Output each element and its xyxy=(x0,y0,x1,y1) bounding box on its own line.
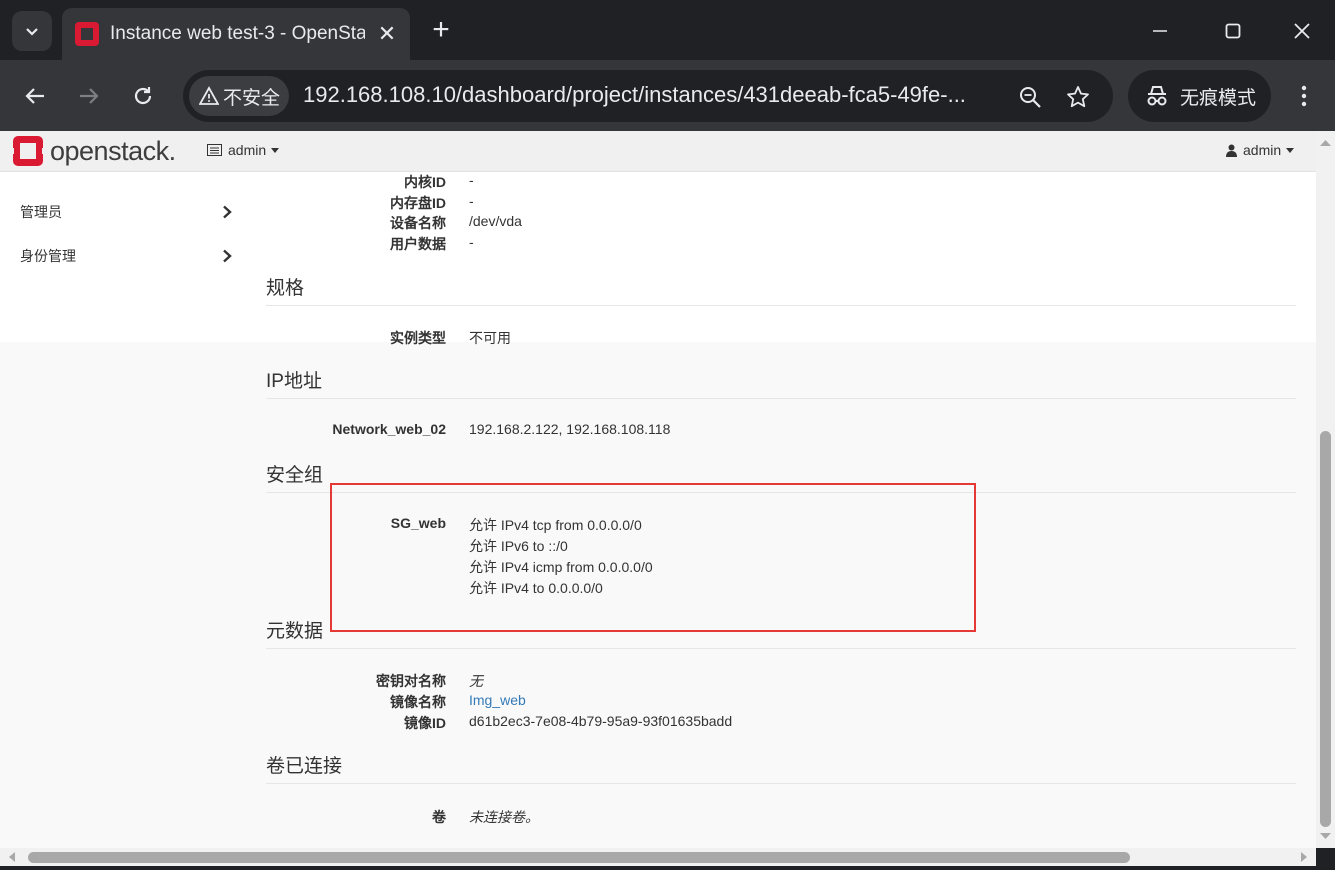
scroll-left-icon[interactable] xyxy=(4,848,20,866)
divider xyxy=(266,648,1296,649)
volumes-heading: 卷已连接 xyxy=(266,756,343,777)
horizontal-scroll-thumb[interactable] xyxy=(28,852,1130,863)
user-data-value: - xyxy=(469,234,474,250)
volume-label: 卷 xyxy=(432,809,446,825)
sidebar-item-label: 管理员 xyxy=(20,204,62,220)
kernel-id-label: 内核ID xyxy=(404,174,446,190)
incognito-label: 无痕模式 xyxy=(1180,87,1257,109)
image-name-label: 镜像名称 xyxy=(390,694,446,710)
secgroup-heading: 安全组 xyxy=(266,465,324,486)
openstack-logo-icon xyxy=(12,136,44,166)
openstack-navbar: openstack. admin admin xyxy=(0,131,1316,172)
reload-icon xyxy=(134,87,152,105)
openstack-logo[interactable]: openstack. xyxy=(12,135,176,167)
divider xyxy=(266,398,1296,399)
tab-search-button[interactable] xyxy=(12,11,52,51)
browser-tab-active[interactable]: Instance web test-3 - OpenStack ✕ xyxy=(62,8,410,60)
back-button[interactable] xyxy=(17,78,53,114)
keypair-label: 密钥对名称 xyxy=(376,673,446,689)
keypair-value: 无 xyxy=(469,673,483,689)
sidebar-item-label: 身份管理 xyxy=(20,248,76,264)
image-name-link[interactable]: Img_web xyxy=(469,692,526,708)
divider xyxy=(266,783,1296,784)
caret-down-icon xyxy=(1286,147,1295,153)
chevron-down-icon xyxy=(26,28,38,36)
scroll-down-icon[interactable] xyxy=(1316,828,1335,844)
vertical-scroll-thumb[interactable] xyxy=(1320,431,1331,827)
flavor-heading: 规格 xyxy=(266,278,305,299)
sidebar-item-identity[interactable]: 身份管理 xyxy=(20,244,232,268)
warning-icon xyxy=(199,86,219,105)
insecure-label: 不安全 xyxy=(223,87,281,109)
tab-close-icon[interactable]: ✕ xyxy=(377,21,397,47)
kernel-id-value: - xyxy=(469,172,474,188)
image-id-label: 镜像ID xyxy=(404,715,446,731)
flavor-type-label: 实例类型 xyxy=(390,330,446,346)
device-name-value: /dev/vda xyxy=(469,213,522,229)
forward-button[interactable] xyxy=(71,78,107,114)
device-name-label: 设备名称 xyxy=(390,215,446,231)
sidebar-item-admin[interactable]: 管理员 xyxy=(20,200,232,224)
ip-heading: IP地址 xyxy=(266,371,322,392)
browser-menu-button[interactable] xyxy=(1292,82,1316,110)
volume-value: 未连接卷。 xyxy=(469,809,539,825)
security-chip[interactable]: 不安全 xyxy=(189,76,289,116)
page-viewport: openstack. admin admin 管理员 身份管理 内核ID - 内… xyxy=(0,131,1316,848)
url-text[interactable]: 192.168.108.10/dashboard/project/instanc… xyxy=(303,82,1003,108)
scroll-up-icon[interactable] xyxy=(1316,135,1335,151)
browser-tabstrip: Instance web test-3 - OpenStack ✕ + xyxy=(0,0,1335,60)
close-icon xyxy=(1294,23,1310,39)
openstack-favicon-icon xyxy=(75,22,99,46)
project-label: admin xyxy=(228,142,267,158)
arrow-right-icon xyxy=(80,88,99,104)
project-dropdown[interactable]: admin xyxy=(207,142,280,158)
more-vert-icon xyxy=(1301,85,1307,107)
ramdisk-id-label: 内存盘ID xyxy=(390,195,446,211)
chevron-right-icon xyxy=(223,249,232,263)
user-icon xyxy=(1226,144,1237,157)
new-tab-button[interactable]: + xyxy=(426,12,456,48)
network-ip-value: 192.168.2.122, 192.168.108.118 xyxy=(469,421,671,437)
maximize-button[interactable] xyxy=(1213,14,1253,48)
user-dropdown[interactable]: admin xyxy=(1226,142,1295,158)
incognito-chip[interactable]: 无痕模式 xyxy=(1128,70,1271,122)
minimize-icon xyxy=(1153,30,1167,32)
image-id-value: d61b2ec3-7e08-4b79-95a9-93f01635badd xyxy=(469,713,733,729)
tab-title: Instance web test-3 - OpenStack xyxy=(110,23,365,44)
close-window-button[interactable] xyxy=(1282,14,1322,48)
annotation-highlight-box xyxy=(330,483,976,632)
openstack-logo-text: openstack. xyxy=(50,135,176,166)
divider xyxy=(266,305,1296,306)
chevron-right-icon xyxy=(223,205,232,219)
flavor-type-value: 不可用 xyxy=(469,330,511,346)
address-bar[interactable]: 不安全 192.168.108.10/dashboard/project/ins… xyxy=(183,70,1113,122)
minimize-button[interactable] xyxy=(1140,14,1180,48)
vertical-scrollbar[interactable] xyxy=(1316,131,1335,848)
bookmark-star-icon[interactable] xyxy=(1065,84,1091,110)
horizontal-scrollbar[interactable] xyxy=(0,848,1316,866)
zoom-icon[interactable] xyxy=(1017,84,1043,110)
incognito-icon xyxy=(1147,86,1167,106)
project-list-icon xyxy=(207,144,222,156)
user-label: admin xyxy=(1243,142,1282,158)
scroll-right-icon[interactable] xyxy=(1296,848,1312,866)
metadata-heading: 元数据 xyxy=(266,621,324,642)
maximize-icon xyxy=(1225,23,1241,39)
arrow-left-icon xyxy=(25,88,44,104)
reload-button[interactable] xyxy=(125,78,161,114)
ramdisk-id-value: - xyxy=(469,193,474,209)
browser-toolbar: 不安全 192.168.108.10/dashboard/project/ins… xyxy=(0,60,1335,131)
caret-down-icon xyxy=(271,147,280,153)
network-name-label: Network_web_02 xyxy=(332,421,446,437)
user-data-label: 用户数据 xyxy=(390,236,446,252)
